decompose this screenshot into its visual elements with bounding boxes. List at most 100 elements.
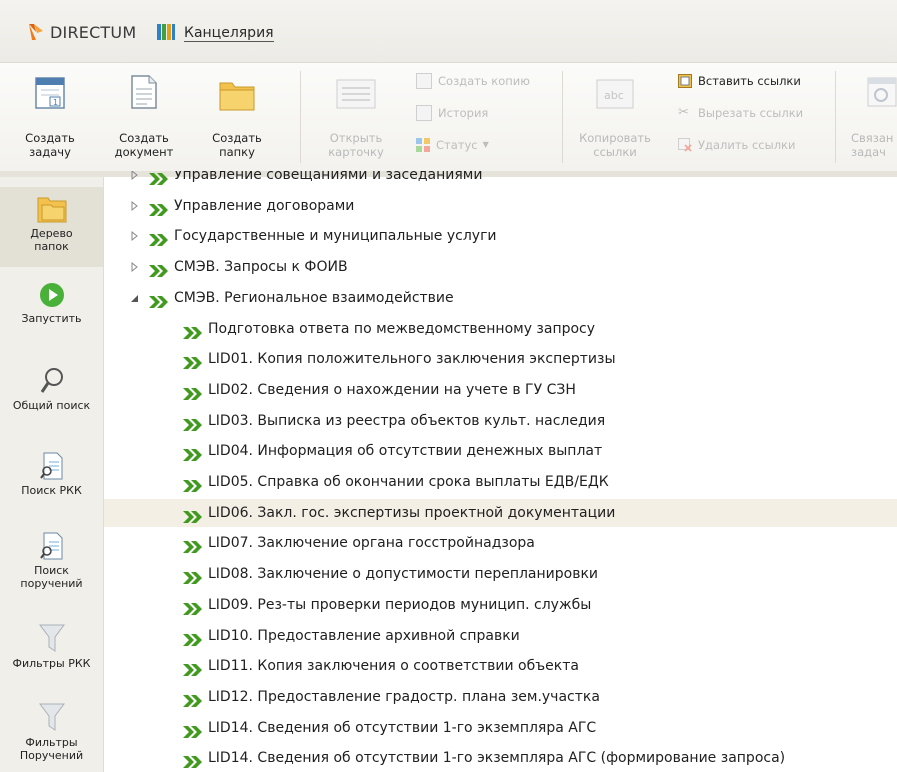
- play-icon: [39, 283, 64, 307]
- tree-row-label: Управление договорами: [174, 197, 355, 214]
- sidebar-item-rkk-filters[interactable]: Фильтры РКК: [0, 623, 103, 683]
- create-copy-button[interactable]: Создать копию: [416, 71, 530, 91]
- related-tasks-icon: [867, 77, 897, 107]
- sidebar-item-label: Поиск поручений: [20, 564, 83, 590]
- tree-row[interactable]: LID12. Предоставление градостр. плана зе…: [104, 683, 897, 711]
- tree-row[interactable]: Государственные и муниципальные услуги: [104, 222, 897, 250]
- tree-row[interactable]: Управление совещаниями и заседаниями: [104, 171, 897, 189]
- create-copy-label: Создать копию: [438, 74, 530, 88]
- folder-tree-icon: [37, 197, 66, 223]
- double-chevron-icon: [182, 536, 204, 554]
- status-label: Статус: [436, 138, 478, 152]
- app-name-link[interactable]: Канцелярия: [184, 25, 274, 42]
- title-bar: DIRECTUM Канцелярия: [0, 0, 897, 63]
- related-tasks-button[interactable]: Связан задач: [845, 71, 897, 167]
- double-chevron-icon: [148, 229, 170, 247]
- tree-row[interactable]: LID03. Выписка из реестра объектов культ…: [104, 407, 897, 435]
- tree-row[interactable]: Управление договорами: [104, 192, 897, 220]
- status-dropdown[interactable]: Статус ▼: [416, 135, 489, 155]
- document-icon: [131, 75, 157, 109]
- tree-row[interactable]: LID02. Сведения о нахождении на учете в …: [104, 376, 897, 404]
- double-chevron-icon: [148, 171, 170, 185]
- tree-row-label: LID05. Справка об окончании срока выплат…: [208, 474, 609, 490]
- double-chevron-icon: [182, 629, 204, 646]
- collapsed-arrow-icon[interactable]: [130, 192, 142, 220]
- double-chevron-icon: [148, 260, 170, 278]
- double-chevron-icon: [182, 751, 204, 769]
- double-chevron-icon: [182, 690, 204, 707]
- sidebar-item-assignment-filters[interactable]: Фильтры Поручений: [0, 702, 103, 772]
- tree-row-label: LID02. Сведения о нахождении на учете в …: [208, 381, 576, 398]
- search-document-icon: [39, 452, 62, 480]
- create-folder-button[interactable]: Создать папку: [199, 71, 275, 167]
- insert-links-button[interactable]: Вставить ссылки: [678, 71, 801, 91]
- tree-row-label: LID07. Заключение органа госстройнадзора: [208, 535, 535, 552]
- app-module-icon: [157, 24, 175, 40]
- ribbon-toolbar: 1 Создать задачу Создать документ Создат…: [0, 63, 897, 177]
- copy-links-button[interactable]: abc Копировать ссылки: [577, 71, 653, 167]
- svg-text:abc: abc: [604, 89, 624, 102]
- tree-row[interactable]: LID01. Копия положительного заключения э…: [104, 345, 897, 373]
- sidebar-item-run[interactable]: Запустить: [0, 282, 103, 342]
- search-icon: [40, 368, 63, 393]
- search-document-icon: [39, 532, 62, 560]
- tree-row-label: LID01. Копия положительного заключения э…: [208, 351, 616, 368]
- double-chevron-icon: [182, 598, 204, 615]
- tree-row-label: LID11. Копия заключения о соответствии о…: [208, 658, 579, 675]
- double-chevron-icon: [182, 475, 204, 492]
- delete-links-button[interactable]: Удалить ссылки: [678, 135, 795, 155]
- create-document-button[interactable]: Создать документ: [106, 71, 182, 167]
- tree-row[interactable]: LID14. Сведения об отсутствии 1-го экзем…: [104, 744, 897, 772]
- card-icon: [336, 79, 376, 109]
- expanded-arrow-icon[interactable]: [130, 284, 142, 312]
- double-chevron-icon: [182, 659, 204, 677]
- tree-row-label: LID09. Рез-ты проверки периодов муницип.…: [208, 596, 592, 613]
- sidebar-item-label: Общий поиск: [12, 399, 91, 412]
- sidebar-item-label: Фильтры Поручений: [19, 736, 84, 762]
- create-task-button[interactable]: 1 Создать задачу: [12, 71, 88, 167]
- tree-row[interactable]: LID14. Сведения об отсутствии 1-го экзем…: [104, 714, 897, 742]
- history-button[interactable]: История: [416, 103, 488, 123]
- double-chevron-icon: [182, 414, 204, 431]
- tree-row[interactable]: LID07. Заключение органа госстройнадзора: [104, 529, 897, 557]
- tree-row[interactable]: СМЭВ. Региональное взаимодействие: [104, 284, 897, 312]
- delete-links-icon: [678, 138, 692, 152]
- ribbon-separator: [300, 71, 301, 163]
- tree-row[interactable]: LID11. Копия заключения о соответствии о…: [104, 652, 897, 680]
- tree-row[interactable]: LID04. Информация об отсутствии денежных…: [104, 437, 897, 465]
- tree-row-label: LID14. Сведения об отсутствии 1-го экзем…: [208, 719, 597, 736]
- tree-row[interactable]: LID09. Рез-ты проверки периодов муницип.…: [104, 591, 897, 619]
- delete-links-label: Удалить ссылки: [698, 138, 796, 152]
- folder-icon: [219, 82, 255, 111]
- tree-row[interactable]: СМЭВ. Запросы к ФОИВ: [104, 253, 897, 281]
- tree-row[interactable]: LID05. Справка об окончании срока выплат…: [104, 468, 897, 496]
- collapsed-arrow-icon[interactable]: [130, 171, 142, 189]
- collapsed-arrow-icon[interactable]: [130, 253, 142, 281]
- sidebar-item-label: Поиск РКК: [21, 484, 82, 497]
- open-card-button[interactable]: Открыть карточку: [318, 71, 394, 167]
- tree-row[interactable]: LID06. Закл. гос. экспертизы проектной д…: [104, 498, 897, 527]
- sidebar-item-assignment-search[interactable]: Поиск поручений: [0, 532, 103, 612]
- chevron-down-icon: ▼: [482, 140, 489, 149]
- sidebar-item-folder-tree[interactable]: Дерево папок: [0, 187, 103, 267]
- open-card-label: Открыть карточку: [328, 131, 384, 159]
- tree-row[interactable]: LID08. Заключение о допустимости перепла…: [104, 560, 897, 588]
- copy-links-icon: abc: [596, 79, 634, 109]
- tree-row-label: СМЭВ. Запросы к ФОИВ: [174, 259, 348, 276]
- collapsed-arrow-icon[interactable]: [130, 222, 142, 250]
- cut-links-label: Вырезать ссылки: [698, 106, 804, 120]
- tree-row[interactable]: Подготовка ответа по межведомственному з…: [104, 315, 897, 343]
- double-chevron-icon: [182, 444, 204, 462]
- ribbon-separator: [835, 71, 836, 163]
- filter-icon: [38, 703, 65, 731]
- double-chevron-icon: [182, 721, 204, 738]
- tree-row-label: СМЭВ. Региональное взаимодействие: [174, 289, 454, 306]
- tree-row-label: LID12. Предоставление градостр. плана зе…: [208, 688, 600, 705]
- double-chevron-icon: [148, 199, 170, 216]
- tree-row[interactable]: LID10. Предоставление архивной справки: [104, 622, 897, 650]
- sidebar-item-general-search[interactable]: Общий поиск: [0, 367, 103, 427]
- double-chevron-icon: [182, 506, 204, 523]
- cut-links-button[interactable]: ✂ Вырезать ссылки: [678, 103, 803, 123]
- sidebar-item-rkk-search[interactable]: Поиск РКК: [0, 452, 103, 512]
- directum-logo: DIRECTUM: [26, 22, 136, 42]
